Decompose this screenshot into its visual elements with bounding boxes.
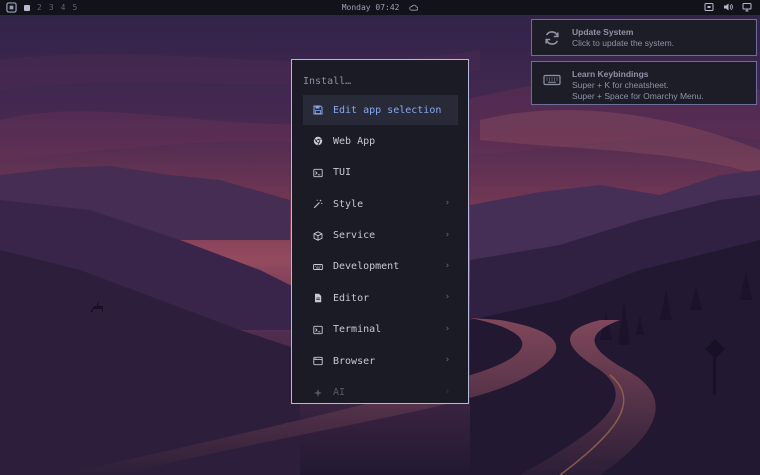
- terminal-icon: [303, 168, 333, 178]
- workspace-3[interactable]: 3: [49, 2, 54, 13]
- notification-body: Click to update the system.: [572, 38, 675, 48]
- install-menu: Install… Edit app selection Web App TUI …: [291, 59, 469, 404]
- ai-icon: [303, 388, 333, 398]
- workspace-2[interactable]: 2: [37, 2, 42, 13]
- system-tray: [704, 2, 752, 12]
- chevron-right-icon: ›: [444, 386, 450, 397]
- menu-item-label: Style: [333, 198, 364, 210]
- keyboard-icon: [532, 62, 572, 89]
- workspace-4[interactable]: 4: [61, 2, 66, 13]
- menu-item-label: TUI: [333, 167, 352, 179]
- menu-item-label: Browser: [333, 355, 376, 367]
- notification-update-system[interactable]: Update System Click to update the system…: [531, 19, 757, 56]
- menu-item-tui[interactable]: TUI: [303, 158, 458, 188]
- menu-item-label: Web App: [333, 135, 376, 147]
- cube-icon: [303, 230, 333, 241]
- display-icon[interactable]: [742, 2, 752, 12]
- notification-body-line-2: Super + Space for Omarchy Menu.: [572, 91, 704, 101]
- chevron-right-icon: ›: [444, 229, 450, 240]
- menu-item-service[interactable]: Service ›: [303, 221, 458, 251]
- menu-item-label: Edit app selection: [333, 104, 442, 116]
- clock[interactable]: Monday 07:42: [342, 3, 400, 12]
- save-icon: [303, 105, 333, 115]
- workspace-switcher: 2 3 4 5: [6, 2, 77, 13]
- cloud-icon: [409, 3, 419, 12]
- chevron-right-icon: ›: [444, 292, 450, 303]
- menu-item-label: Terminal: [333, 324, 382, 336]
- chevron-right-icon: ›: [444, 260, 450, 271]
- menu-item-editor[interactable]: Editor ›: [303, 283, 458, 313]
- top-bar: 2 3 4 5 Monday 07:42: [0, 0, 760, 15]
- browser-window-icon: [303, 356, 333, 366]
- keyboard-small-icon: [303, 262, 333, 272]
- notification-title: Update System: [572, 27, 634, 37]
- menu-item-ai[interactable]: AI ›: [303, 378, 458, 403]
- chevron-right-icon: ›: [444, 355, 450, 366]
- notification-learn-keybindings[interactable]: Learn Keybindings Super + K for cheatshe…: [531, 61, 757, 105]
- workspace-1-active[interactable]: [24, 4, 30, 11]
- menu-item-web-app[interactable]: Web App: [303, 126, 458, 156]
- menu-item-browser[interactable]: Browser ›: [303, 346, 458, 376]
- omarchy-logo-icon[interactable]: [6, 2, 17, 13]
- menu-item-edit-app-selection[interactable]: Edit app selection: [303, 95, 458, 125]
- screen-record-icon[interactable]: [704, 2, 714, 12]
- menu-item-label: Editor: [333, 292, 370, 304]
- menu-item-label: AI: [333, 387, 346, 399]
- terminal-icon: [303, 325, 333, 335]
- menu-item-label: Service: [333, 230, 376, 242]
- menu-item-style[interactable]: Style ›: [303, 189, 458, 219]
- workspace-5[interactable]: 5: [72, 2, 77, 13]
- menu-item-label: Development: [333, 261, 400, 273]
- chevron-right-icon: ›: [444, 198, 450, 209]
- chevron-right-icon: ›: [444, 323, 450, 334]
- chrome-icon: [303, 136, 333, 146]
- notification-title: Learn Keybindings: [572, 69, 649, 79]
- menu-item-development[interactable]: Development ›: [303, 252, 458, 282]
- refresh-icon: [532, 20, 572, 47]
- magic-wand-icon: [303, 199, 333, 209]
- file-icon: [303, 293, 333, 303]
- menu-item-terminal[interactable]: Terminal ›: [303, 315, 458, 345]
- menu-list: Edit app selection Web App TUI Style › S…: [303, 95, 458, 403]
- notification-body-line-1: Super + K for cheatsheet.: [572, 80, 669, 90]
- clock-area: Monday 07:42: [0, 3, 760, 12]
- volume-icon[interactable]: [723, 2, 733, 12]
- menu-title: Install…: [303, 76, 352, 87]
